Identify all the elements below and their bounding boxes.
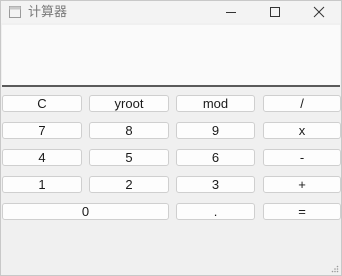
digit-1-button[interactable]: 1: [2, 176, 82, 193]
result-display[interactable]: [2, 25, 340, 87]
app-icon: [9, 6, 21, 18]
mod-button[interactable]: mod: [176, 95, 255, 112]
minimize-button[interactable]: [209, 1, 253, 23]
calculator-window: 计算器 C yroot mod / 7 8 9 x 4 5 6 - 1 2 3 …: [0, 0, 342, 276]
decimal-point-button[interactable]: .: [176, 203, 255, 220]
subtract-button[interactable]: -: [263, 149, 341, 166]
digit-0-button[interactable]: 0: [2, 203, 169, 220]
close-button[interactable]: [297, 1, 341, 23]
resize-grip-icon[interactable]: [331, 265, 339, 273]
add-button[interactable]: +: [263, 176, 341, 193]
clear-button[interactable]: C: [2, 95, 82, 112]
digit-9-button[interactable]: 9: [176, 122, 255, 139]
digit-8-button[interactable]: 8: [89, 122, 169, 139]
digit-7-button[interactable]: 7: [2, 122, 82, 139]
maximize-icon: [270, 7, 280, 17]
digit-6-button[interactable]: 6: [176, 149, 255, 166]
yroot-button[interactable]: yroot: [89, 95, 169, 112]
divide-button[interactable]: /: [263, 95, 341, 112]
digit-5-button[interactable]: 5: [89, 149, 169, 166]
maximize-button[interactable]: [253, 1, 297, 23]
window-title: 计算器: [28, 4, 68, 19]
digit-3-button[interactable]: 3: [176, 176, 255, 193]
multiply-button[interactable]: x: [263, 122, 341, 139]
equals-button[interactable]: =: [263, 203, 341, 220]
digit-2-button[interactable]: 2: [89, 176, 169, 193]
digit-4-button[interactable]: 4: [2, 149, 82, 166]
close-icon: [313, 6, 325, 18]
title-bar[interactable]: 计算器: [1, 1, 341, 23]
minimize-icon: [226, 12, 236, 13]
